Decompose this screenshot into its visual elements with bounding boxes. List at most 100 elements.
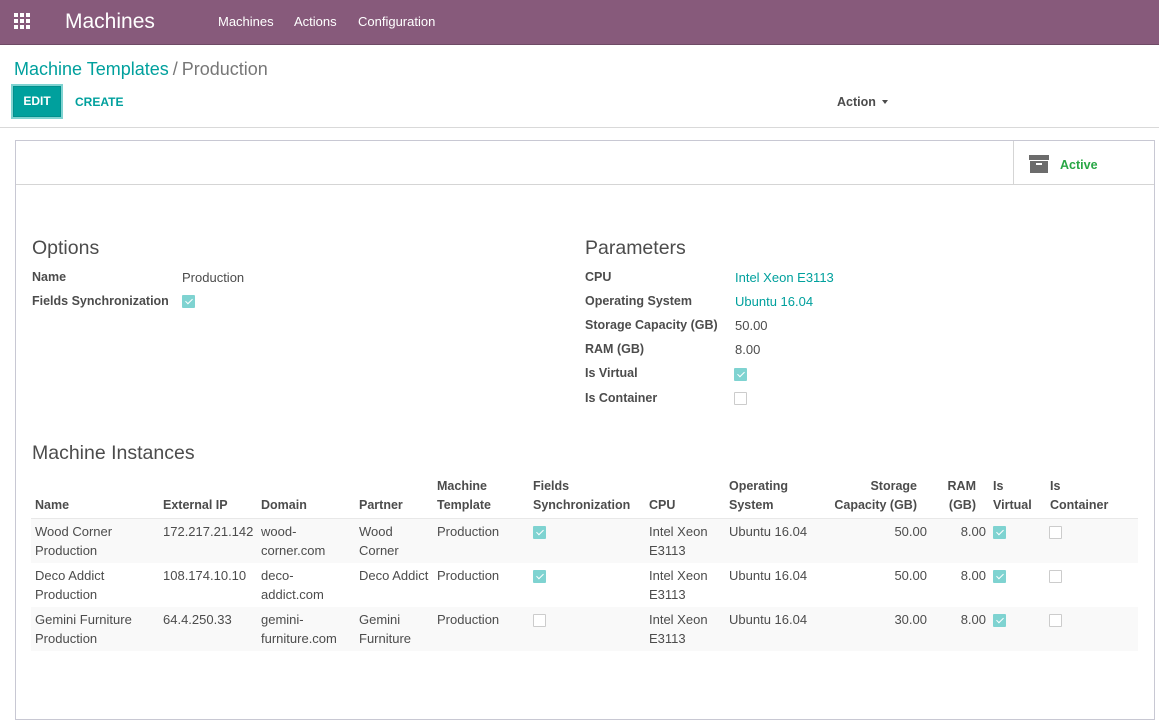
active-toggle-button[interactable]: Active [1013,141,1154,184]
ram-label: RAM (GB) [585,342,645,356]
archive-icon [1029,155,1049,173]
cell-external-ip: 172.217.21.142 [163,524,254,539]
cell-is-container-checkbox [1049,614,1062,627]
app-title[interactable]: Machines [65,8,155,36]
cell-name: Wood Corner Production [35,522,112,560]
cell-domain-l1: wood- [261,524,297,539]
cell-ram: 8.00 [960,612,986,627]
col-is-container-l2: Container [1050,498,1109,512]
os-link[interactable]: Ubuntu 16.04 [735,294,813,309]
action-dropdown-label: Action [837,95,876,109]
col-machine-template[interactable]: Machine Template [437,477,491,515]
is-container-label: Is Container [585,391,658,405]
table-row[interactable]: Wood Corner Production 172.217.21.142 woo… [31,519,1138,563]
col-domain[interactable]: Domain [261,496,307,515]
storage-label: Storage Capacity (GB) [585,318,718,332]
cpu-label: CPU [585,270,612,284]
cell-partner-l1: Deco Addict [359,568,429,583]
fields-sync-checkbox [182,295,195,308]
os-label: Operating System [585,294,692,308]
cell-domain-l1: deco- [261,568,294,583]
col-partner[interactable]: Partner [359,496,403,515]
cell-domain-l2: corner.com [261,543,326,558]
col-ram-l2: (GB) [948,498,976,512]
table-row[interactable]: Gemini Furniture Production 64.4.250.33 g… [31,607,1138,651]
breadcrumb-current: Production [181,59,268,79]
cell-cpu-l2: E3113 [649,543,686,558]
cell-external-ip: 108.174.10.10 [163,568,247,583]
parameters-title: Parameters [585,237,686,259]
is-container-checkbox [734,392,747,405]
control-panel: Machine Templates / Production [0,45,1159,128]
cell-machine-template: Production [437,568,500,583]
cell-cpu-l2: E3113 [649,587,686,602]
cell-name-l1: Wood Corner [35,524,113,539]
action-dropdown[interactable]: Action [837,95,888,109]
cell-operating-system: Ubuntu 16.04 [729,524,808,539]
cell-name-l1: Deco Addict [35,568,105,583]
cell-domain-l1: gemini- [261,612,304,627]
cell-operating-system: Ubuntu 16.04 [729,612,808,627]
cell-is-virtual-checkbox [993,570,1006,583]
cell-is-container-checkbox [1049,526,1062,539]
cell-name-l2: Production [35,631,98,646]
col-is-virtual[interactable]: Is Virtual [993,477,1032,515]
cell-name-l1: Gemini Furniture [35,612,132,627]
cell-is-container-checkbox [1049,570,1062,583]
table-row[interactable]: Deco Addict Production 108.174.10.10 deco… [31,563,1138,607]
cell-is-virtual-checkbox [993,526,1006,539]
col-ram[interactable]: RAM (GB) [936,477,976,515]
cell-cpu: Intel Xeon E3113 [649,566,708,604]
options-title: Options [32,237,100,259]
cell-cpu-l1: Intel Xeon [649,568,708,583]
cell-machine-template: Production [437,524,500,539]
storage-value: 50.00 [735,318,768,333]
cell-partner-l1: Gemini [359,612,401,627]
col-storage-l2: Capacity (GB) [834,498,917,512]
col-storage-capacity[interactable]: Storage Capacity (GB) [820,477,917,515]
cell-cpu-l2: E3113 [649,631,686,646]
cell-partner-l2: Furniture [359,631,412,646]
cell-name: Gemini Furniture Production [35,610,132,648]
edit-button[interactable]: EDIT [13,86,61,117]
cell-domain: deco-addict.com [261,566,324,604]
cpu-link[interactable]: Intel Xeon E3113 [735,270,834,285]
col-fields-sync-l2: Synchronization [533,498,631,512]
is-virtual-checkbox [734,368,747,381]
cell-ram: 8.00 [960,524,986,539]
cell-partner: Gemini Furniture [359,610,411,648]
cell-cpu-l1: Intel Xeon [649,612,708,627]
col-fields-sync[interactable]: Fields Synchronization [533,477,630,515]
breadcrumb-separator: / [172,59,178,79]
active-label: Active [1060,158,1098,172]
col-is-container[interactable]: Is Container [1050,477,1108,515]
cell-domain: gemini-furniture.com [261,610,337,648]
cell-name: Deco Addict Production [35,566,104,604]
cell-partner-l2: Corner [359,543,399,558]
breadcrumb-parent-link[interactable]: Machine Templates [14,59,169,79]
col-external-ip[interactable]: External IP [163,496,228,515]
breadcrumb: Machine Templates / Production [14,58,268,80]
fields-sync-label: Fields Synchronization [32,294,169,308]
menu-configuration[interactable]: Configuration [358,14,435,30]
cell-partner: Wood Corner [359,522,399,560]
cell-fields-sync-checkbox [533,526,546,539]
cell-domain-l2: addict.com [261,587,324,602]
apps-grid-icon[interactable] [14,13,32,31]
col-os-l2: System [729,498,774,512]
menu-machines[interactable]: Machines [218,14,274,30]
cell-partner: Deco Addict [359,566,428,585]
cell-partner-l1: Wood [359,524,393,539]
cell-storage-capacity: 30.00 [894,612,927,627]
col-ram-l1: RAM [947,479,976,493]
col-cpu[interactable]: CPU [649,496,675,515]
cell-domain: wood-corner.com [261,522,325,560]
cell-cpu: Intel Xeon E3113 [649,522,708,560]
menu-actions[interactable]: Actions [294,14,337,30]
col-name[interactable]: Name [35,496,69,515]
create-button[interactable]: CREATE [75,95,123,109]
name-value: Production [182,270,245,285]
cell-machine-template: Production [437,612,500,627]
col-operating-system[interactable]: Operating System [729,477,788,515]
col-is-container-l1: Is [1050,479,1061,493]
